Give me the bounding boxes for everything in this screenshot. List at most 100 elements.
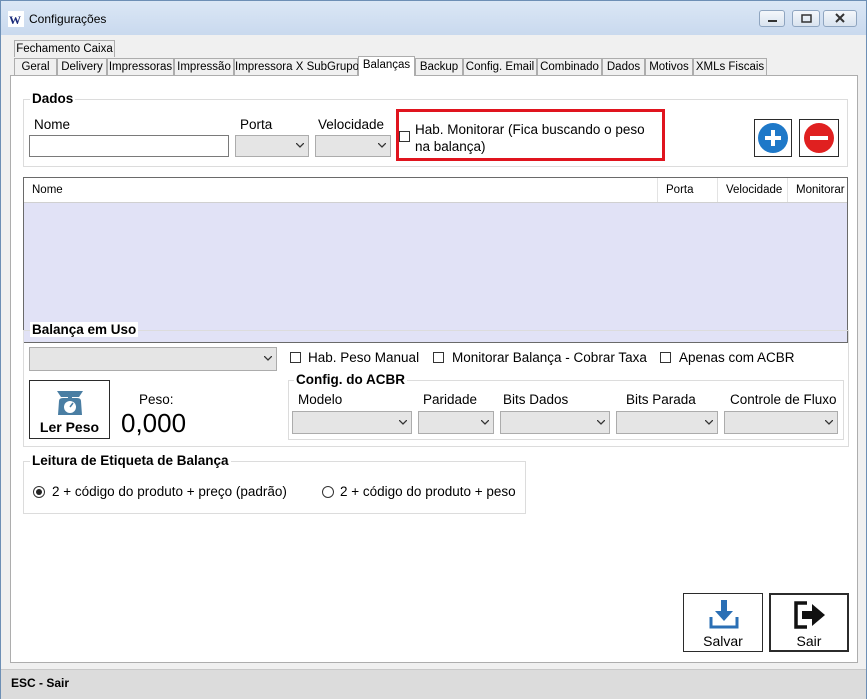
tab-label: XMLs Fiscais	[695, 61, 765, 73]
hab-peso-manual-label: Hab. Peso Manual	[308, 350, 420, 365]
status-text: ESC - Sair	[11, 676, 70, 690]
bits-dados-label: Bits Dados	[503, 392, 569, 407]
chevron-down-icon	[825, 419, 833, 425]
exit-icon	[794, 601, 825, 629]
chevron-down-icon	[481, 419, 489, 425]
maximize-button[interactable]	[792, 10, 820, 27]
chevron-down-icon	[296, 143, 304, 148]
tab-dados[interactable]: Dados	[602, 58, 645, 75]
peso-label: Peso:	[139, 392, 174, 407]
tab-label: Combinado	[540, 61, 599, 73]
monitor-label-line1: Hab. Monitorar (Fica buscando o peso	[415, 122, 645, 137]
porta-select[interactable]	[235, 135, 309, 157]
tab-delivery[interactable]: Delivery	[57, 58, 107, 75]
velocidade-label: Velocidade	[318, 117, 385, 132]
tab-label: Fechamento Caixa	[16, 43, 113, 55]
velocidade-select[interactable]	[315, 135, 391, 157]
close-window-button[interactable]	[823, 10, 857, 27]
paridade-select[interactable]	[418, 411, 494, 434]
modelo-label: Modelo	[298, 392, 343, 407]
column-header-velocidade[interactable]: Velocidade	[718, 178, 788, 202]
tab-label: Balanças	[362, 59, 411, 71]
nome-label: Nome	[34, 117, 71, 132]
salvar-button[interactable]: Salvar	[683, 593, 763, 652]
tab-balancas[interactable]: Balanças	[358, 56, 415, 76]
porta-label: Porta	[240, 117, 273, 132]
chevron-down-icon	[264, 356, 272, 361]
chevron-down-icon	[705, 419, 713, 425]
tab-label: Impressão	[177, 61, 231, 73]
app-logo-icon: W	[8, 11, 24, 27]
balancas-grid[interactable]: Nome Porta Velocidade Monitorar	[23, 177, 848, 343]
grid-header: Nome Porta Velocidade Monitorar	[24, 178, 847, 203]
etiqueta-group-title: Leitura de Etiqueta de Balança	[30, 453, 231, 468]
tab-backup[interactable]: Backup	[415, 58, 463, 75]
peso-value: 0,000	[121, 408, 187, 438]
tab-config-email[interactable]: Config. Email	[463, 58, 537, 75]
tab-label: Backup	[419, 61, 459, 73]
plus-circle-icon	[758, 123, 788, 153]
etiqueta-preco-radio[interactable]	[33, 486, 45, 498]
monitor-label-line2: na balança)	[415, 139, 486, 154]
minimize-icon	[768, 20, 777, 22]
balanca-uso-select[interactable]	[29, 347, 277, 371]
tab-impressao[interactable]: Impressão	[174, 58, 234, 75]
modelo-select[interactable]	[292, 411, 412, 434]
monitorar-taxa-checkbox[interactable]	[433, 352, 444, 363]
chevron-down-icon	[378, 143, 386, 148]
paridade-label: Paridade	[423, 392, 478, 407]
title-bar: W Configurações	[1, 1, 866, 35]
sair-button[interactable]: Sair	[769, 593, 849, 652]
tab-label: Dados	[606, 61, 641, 73]
chevron-down-icon	[399, 419, 407, 425]
apenas-acbr-checkbox[interactable]	[660, 352, 671, 363]
monitor-checkbox[interactable]	[399, 131, 410, 142]
save-download-icon	[709, 600, 739, 629]
hab-peso-manual-checkbox[interactable]	[290, 352, 301, 363]
window-title: Configurações	[29, 12, 107, 26]
tab-label: Impressora X SubGrupo	[235, 61, 360, 73]
maximize-icon	[801, 14, 812, 23]
config-window: W Configurações Fechamento Caixa Geral D…	[0, 0, 867, 699]
minus-circle-icon	[804, 123, 834, 153]
bits-parada-label: Bits Parada	[626, 392, 696, 407]
etiqueta-peso-label: 2 + código do produto + peso	[340, 484, 516, 499]
apenas-acbr-label: Apenas com ACBR	[679, 350, 795, 365]
controle-fluxo-label: Controle de Fluxo	[730, 392, 837, 407]
balanca-uso-title: Balança em Uso	[30, 322, 139, 337]
tab-impressoras[interactable]: Impressoras	[107, 58, 174, 75]
acbr-group-title: Config. do ACBR	[294, 372, 407, 387]
remove-balanca-button[interactable]	[799, 119, 839, 157]
svg-text:W: W	[9, 13, 21, 27]
tab-label: Geral	[21, 61, 50, 73]
tab-fechamento-caixa[interactable]: Fechamento Caixa	[14, 40, 115, 57]
column-header-monitorar[interactable]: Monitorar	[788, 178, 847, 202]
close-icon	[835, 13, 845, 23]
tab-label: Impressoras	[108, 61, 173, 73]
controle-fluxo-select[interactable]	[724, 411, 838, 434]
nome-input[interactable]	[29, 135, 229, 157]
tab-motivos[interactable]: Motivos	[645, 58, 693, 75]
dados-group-title: Dados	[30, 91, 76, 106]
tab-label: Delivery	[61, 61, 103, 73]
bits-parada-select[interactable]	[616, 411, 718, 434]
etiqueta-preco-label: 2 + código do produto + preço (padrão)	[52, 484, 287, 499]
sair-label: Sair	[796, 633, 822, 649]
column-header-nome[interactable]: Nome	[24, 178, 658, 202]
salvar-label: Salvar	[703, 633, 743, 649]
tab-combinado[interactable]: Combinado	[537, 58, 602, 75]
tab-impressora-subgrupo[interactable]: Impressora X SubGrupo	[234, 58, 360, 75]
tab-xmls-fiscais[interactable]: XMLs Fiscais	[693, 58, 767, 75]
tab-label: Config. Email	[465, 61, 535, 73]
bits-dados-select[interactable]	[500, 411, 610, 434]
ler-peso-button[interactable]: Ler Peso	[29, 380, 110, 439]
column-header-porta[interactable]: Porta	[658, 178, 718, 202]
scale-icon	[57, 391, 83, 415]
ler-peso-label: Ler Peso	[39, 419, 100, 435]
add-balanca-button[interactable]	[754, 119, 792, 157]
tab-label: Motivos	[649, 61, 689, 73]
status-bar: ESC - Sair	[1, 669, 866, 699]
minimize-button[interactable]	[759, 10, 785, 27]
tab-geral[interactable]: Geral	[14, 58, 57, 75]
etiqueta-peso-radio[interactable]	[322, 486, 334, 498]
